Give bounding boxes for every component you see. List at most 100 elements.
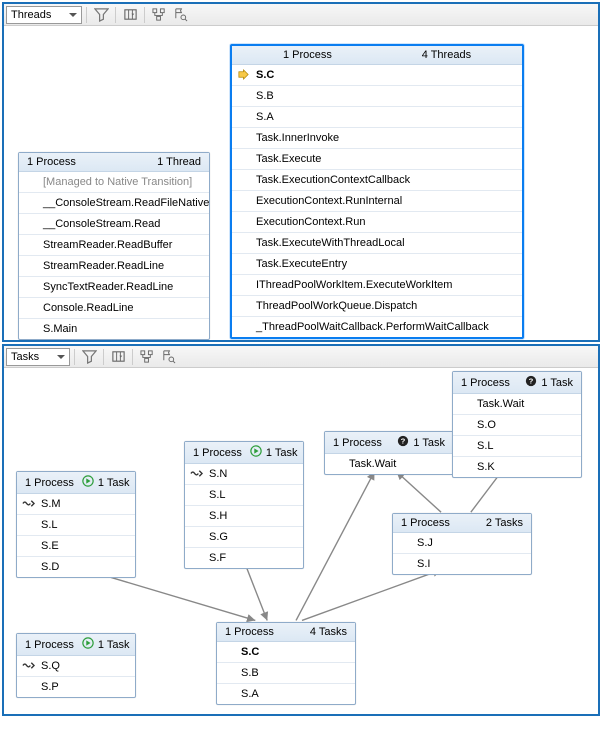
view-dropdown[interactable]: Threads [6, 6, 82, 24]
row-text: S.A [241, 688, 259, 700]
chevron-down-icon [57, 355, 65, 359]
tree-icon[interactable] [137, 347, 157, 367]
stack-row[interactable]: S.C [232, 65, 522, 86]
stack-row[interactable]: S.A [217, 684, 355, 704]
stack-row[interactable]: Task.ExecuteWithThreadLocal [232, 233, 522, 254]
row-text: S.P [41, 681, 59, 693]
stack-row[interactable]: S.N [185, 464, 303, 485]
task-box[interactable]: 1 Process?1 TaskTask.WaitS.OS.LS.K [452, 371, 582, 478]
head-a: 1 Process [333, 437, 382, 449]
head-b: 4 Tasks [310, 626, 347, 638]
question-icon: ? [397, 435, 409, 450]
filter-icon[interactable] [79, 347, 99, 367]
stack-row[interactable]: ThreadPoolWorkQueue.Dispatch [232, 296, 522, 317]
filter-icon[interactable] [91, 5, 111, 25]
row-text: S.I [417, 558, 430, 570]
head-a: 1 Process [401, 517, 450, 529]
stack-row[interactable]: Task.InnerInvoke [232, 128, 522, 149]
stack-row[interactable]: ExecutionContext.RunInternal [232, 191, 522, 212]
stack-row[interactable]: Task.ExecutionContextCallback [232, 170, 522, 191]
task-box[interactable]: 1 Process1 TaskS.MS.LS.ES.D [16, 471, 136, 578]
play-icon [82, 475, 94, 490]
stack-row[interactable]: S.Q [17, 656, 135, 677]
stack-row[interactable]: Task.Wait [325, 454, 453, 474]
stack-box[interactable]: 1 Process 1 Thread [Managed to Native Tr… [18, 152, 210, 340]
stack-row[interactable]: S.B [232, 86, 522, 107]
stack-row[interactable]: __ConsoleStream.Read [19, 214, 209, 235]
stack-row[interactable]: S.M [17, 494, 135, 515]
current-frame-icon [236, 67, 250, 81]
stack-row[interactable]: S.E [17, 536, 135, 557]
stack-row[interactable]: StreamReader.ReadBuffer [19, 235, 209, 256]
stack-row[interactable]: S.F [185, 548, 303, 568]
stack-row[interactable]: SyncTextReader.ReadLine [19, 277, 209, 298]
toolbar: Tasks [4, 346, 598, 368]
stack-row[interactable]: StreamReader.ReadLine [19, 256, 209, 277]
stack-row[interactable]: Task.ExecuteEntry [232, 254, 522, 275]
row-text: S.H [209, 510, 227, 522]
flag-search-icon[interactable] [158, 347, 178, 367]
box-header: 1 Process4 Tasks [217, 623, 355, 642]
stack-row[interactable]: IThreadPoolWorkItem.ExecuteWorkItem [232, 275, 522, 296]
svg-text:?: ? [529, 377, 534, 386]
head-b: 1 Task [541, 377, 573, 389]
row-text: __ConsoleStream.ReadFileNative [43, 197, 209, 209]
stack-row[interactable]: S.D [17, 557, 135, 577]
row-text: IThreadPoolWorkItem.ExecuteWorkItem [256, 279, 452, 291]
task-box[interactable]: 1 Process?1 TaskTask.Wait [324, 431, 454, 475]
row-text: S.N [209, 468, 227, 480]
task-box[interactable]: 1 Process4 TasksS.CS.B S.A [216, 622, 356, 705]
stack-row[interactable]: S.I [393, 554, 531, 574]
stack-row[interactable]: Task.Wait [453, 394, 581, 415]
svg-text:?: ? [401, 437, 406, 446]
stack-row[interactable]: S.L [453, 436, 581, 457]
tasks-panel: Tasks 1 Process1 TaskS.MS.LS.ES.D1 Proce… [2, 344, 600, 716]
question-icon: ? [525, 375, 537, 390]
flag-search-icon[interactable] [170, 5, 190, 25]
stack-row[interactable]: S.B [217, 663, 355, 684]
row-text: __ConsoleStream.Read [43, 218, 160, 230]
box-header: 1 Process?1 Task [453, 372, 581, 394]
column-icon[interactable] [120, 5, 140, 25]
stack-row[interactable]: S.J [393, 533, 531, 554]
stack-row[interactable]: _ThreadPoolWaitCallback.PerformWaitCallb… [232, 317, 522, 337]
stack-row[interactable]: ExecutionContext.Run [232, 212, 522, 233]
play-icon [250, 445, 262, 460]
box-header: 1 Process1 Task [17, 634, 135, 656]
stack-row[interactable]: S.Main [19, 319, 209, 339]
tree-icon[interactable] [149, 5, 169, 25]
threads-canvas: 1 Process 1 Thread [Managed to Native Tr… [4, 26, 598, 340]
stack-row[interactable]: [Managed to Native Transition] [19, 172, 209, 193]
stack-row[interactable]: S.H [185, 506, 303, 527]
task-box[interactable]: 1 Process2 TasksS.JS.I [392, 513, 532, 575]
view-dropdown[interactable]: Tasks [6, 348, 70, 366]
head-b: 4 Threads [422, 49, 471, 61]
task-box[interactable]: 1 Process1 TaskS.Q S.P [16, 633, 136, 698]
dropdown-label: Threads [11, 9, 51, 21]
stack-row[interactable]: S.L [185, 485, 303, 506]
toolbar: Threads [4, 4, 598, 26]
row-text: [Managed to Native Transition] [43, 176, 192, 188]
row-text: S.J [417, 537, 433, 549]
stack-box-selected[interactable]: 1 Process 4 Threads S.CS.BS.ATask.InnerI… [230, 44, 524, 339]
stack-row[interactable]: S.K [453, 457, 581, 477]
stack-row[interactable]: Task.Execute [232, 149, 522, 170]
stack-row[interactable]: S.A [232, 107, 522, 128]
play-icon [82, 637, 94, 652]
row-text: S.L [41, 519, 58, 531]
head-a: 1 Process [193, 447, 242, 459]
row-text: StreamReader.ReadLine [43, 260, 164, 272]
task-box[interactable]: 1 Process1 TaskS.NS.LS.HS.GS.F [184, 441, 304, 569]
stack-row[interactable]: S.P [17, 677, 135, 697]
stack-row[interactable]: __ConsoleStream.ReadFileNative [19, 193, 209, 214]
column-icon[interactable] [108, 347, 128, 367]
box-header: 1 Process 4 Threads [232, 46, 522, 65]
row-text: Console.ReadLine [43, 302, 134, 314]
row-text: StreamReader.ReadBuffer [43, 239, 172, 251]
stack-row[interactable]: S.C [217, 642, 355, 663]
stack-row[interactable]: S.L [17, 515, 135, 536]
stack-row[interactable]: S.G [185, 527, 303, 548]
stack-row[interactable]: Console.ReadLine [19, 298, 209, 319]
stack-row[interactable]: S.O [453, 415, 581, 436]
row-text: Task.ExecutionContextCallback [256, 174, 410, 186]
